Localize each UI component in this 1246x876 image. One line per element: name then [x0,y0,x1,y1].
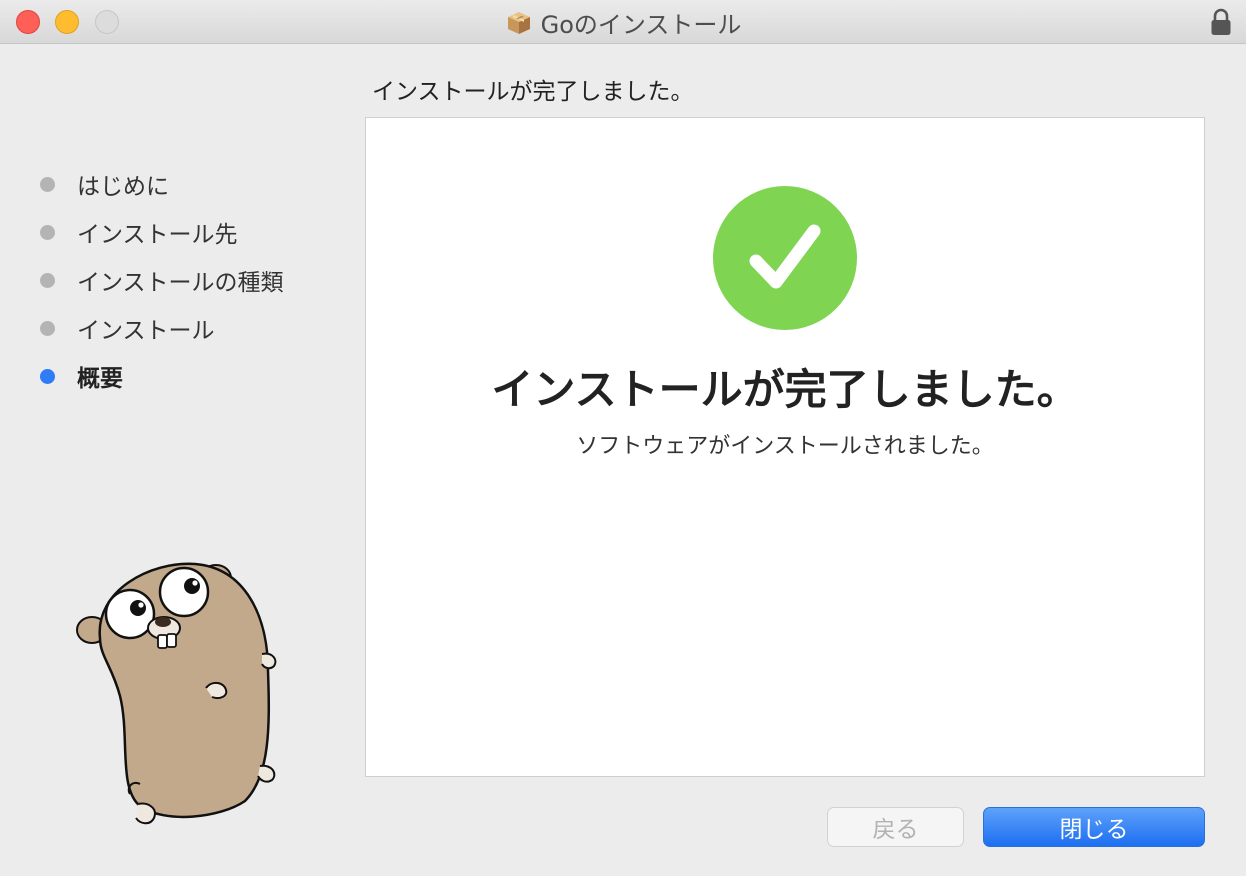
step-label: 概要 [77,366,123,392]
title-bar: Goのインストール [0,0,1246,44]
close-button[interactable]: 閉じる [983,807,1205,847]
gopher-mascot-illustration [76,562,277,825]
step-label: はじめに [77,174,169,200]
completion-title: インストールが完了しました。 [491,365,1079,414]
step-indicator-dot [40,176,55,192]
installer-steps: はじめに インストール先 インストールの種類 インストール 概要 [40,160,284,400]
step-introduction: はじめに [40,160,284,208]
window-title: Goのインストール [540,10,742,39]
step-indicator-dot [40,272,55,288]
step-summary: 概要 [40,352,284,400]
step-installation-type: インストールの種類 [40,256,284,304]
back-button[interactable]: 戻る [827,807,964,847]
step-destination: インストール先 [40,208,284,256]
step-label: インストール先 [77,222,238,248]
step-indicator-dot [40,224,55,240]
step-indicator-dot-active [40,368,55,384]
content-panel: インストールが完了しました。 ソフトウェアがインストールされました。 [365,117,1205,777]
step-label: インストール [77,318,215,344]
step-label: インストールの種類 [77,270,284,296]
completion-message: ソフトウェアがインストールされました。 [576,434,994,459]
step-installation: インストール [40,304,284,352]
page-header: インストールが完了しました。 [372,79,694,105]
step-indicator-dot [40,320,55,336]
lock-icon[interactable] [1210,8,1232,36]
package-icon [507,12,530,34]
checkmark-circle-icon [713,186,857,330]
